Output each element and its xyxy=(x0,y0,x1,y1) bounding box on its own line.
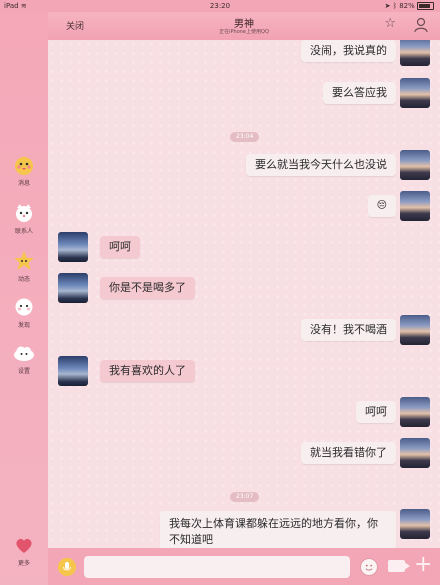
my-avatar[interactable] xyxy=(400,40,430,66)
star-icon[interactable]: ☆ xyxy=(384,16,396,31)
smiley-icon[interactable] xyxy=(360,558,378,576)
my-avatar[interactable] xyxy=(400,509,430,539)
message-bubble[interactable]: 要么就当我今天什么也没说 xyxy=(246,154,396,176)
sidebar-item-discover[interactable]: 发现 xyxy=(0,296,48,329)
message-input[interactable] xyxy=(84,556,350,578)
sidebar-item-contacts[interactable]: 联系人 xyxy=(0,202,48,235)
person-icon[interactable] xyxy=(414,17,428,33)
my-avatar[interactable] xyxy=(400,78,430,108)
sidebar-item-feeds[interactable]: 动态 xyxy=(0,250,48,283)
message-bubble[interactable]: 要么答应我 xyxy=(323,82,396,104)
ghost-face-icon xyxy=(15,298,33,316)
contact-avatar[interactable] xyxy=(58,232,88,262)
emoji-bubble[interactable]: 😔 xyxy=(367,195,396,217)
chat-area[interactable]: 没闹，我说真的 要么答应我 23:04 要么就当我今天什么也没说 😔 呵呵 你是… xyxy=(48,40,440,548)
location-arrow-icon: ➤ xyxy=(384,2,391,10)
message-bubble[interactable]: 没闹，我说真的 xyxy=(301,40,396,62)
chat-header: 关闭 男神 正在iPhone上使用QQ ☆ xyxy=(48,12,440,40)
contact-avatar[interactable] xyxy=(58,356,88,386)
microphone-icon[interactable] xyxy=(58,558,76,576)
heart-icon xyxy=(16,538,32,553)
contact-avatar[interactable] xyxy=(58,273,88,303)
my-avatar[interactable] xyxy=(400,438,430,468)
time-divider: 23:04 xyxy=(230,132,260,142)
plus-icon[interactable]: + xyxy=(414,553,432,577)
message-bubble[interactable]: 我有喜欢的人了 xyxy=(100,360,195,382)
battery-icon xyxy=(417,2,434,10)
sidebar: 消息 联系人 动态 发现 设置 更多 xyxy=(0,12,48,585)
message-bubble[interactable]: 呵呵 xyxy=(100,236,140,258)
input-bar: + xyxy=(48,548,440,585)
contact-status: 正在iPhone上使用QQ xyxy=(219,29,269,35)
cat-face-icon xyxy=(16,204,32,222)
my-avatar[interactable] xyxy=(400,150,430,180)
bluetooth-icon: ᛒ xyxy=(392,2,397,10)
time-divider: 23:07 xyxy=(230,492,260,502)
my-avatar[interactable] xyxy=(400,397,430,427)
cloud-face-icon xyxy=(14,346,34,361)
my-avatar[interactable] xyxy=(400,315,430,345)
status-bar: iPad ≋ 23:20 ➤ ᛒ 82% xyxy=(0,0,440,12)
message-bubble[interactable]: 你是不是喝多了 xyxy=(100,277,195,299)
sidebar-item-messages[interactable]: 消息 xyxy=(0,154,48,187)
message-bubble[interactable]: 我每次上体育课都躲在远远的地方看你，你不知道吧 xyxy=(160,511,396,548)
video-camera-icon[interactable] xyxy=(388,560,410,572)
battery-fill xyxy=(419,4,430,8)
chick-icon xyxy=(15,157,33,175)
sidebar-item-more[interactable]: 更多 xyxy=(0,534,48,567)
battery-percent: 82% xyxy=(399,2,415,10)
status-right: ➤ ᛒ 82% xyxy=(385,0,434,12)
status-time: 23:20 xyxy=(209,2,231,10)
message-bubble[interactable]: 没有！我不喝酒 xyxy=(301,319,396,341)
message-bubble[interactable]: 呵呵 xyxy=(356,401,396,423)
star-face-icon xyxy=(14,251,34,270)
sidebar-item-settings[interactable]: 设置 xyxy=(0,342,48,375)
message-bubble[interactable]: 就当我看错你了 xyxy=(301,442,396,464)
my-avatar[interactable] xyxy=(400,191,430,221)
